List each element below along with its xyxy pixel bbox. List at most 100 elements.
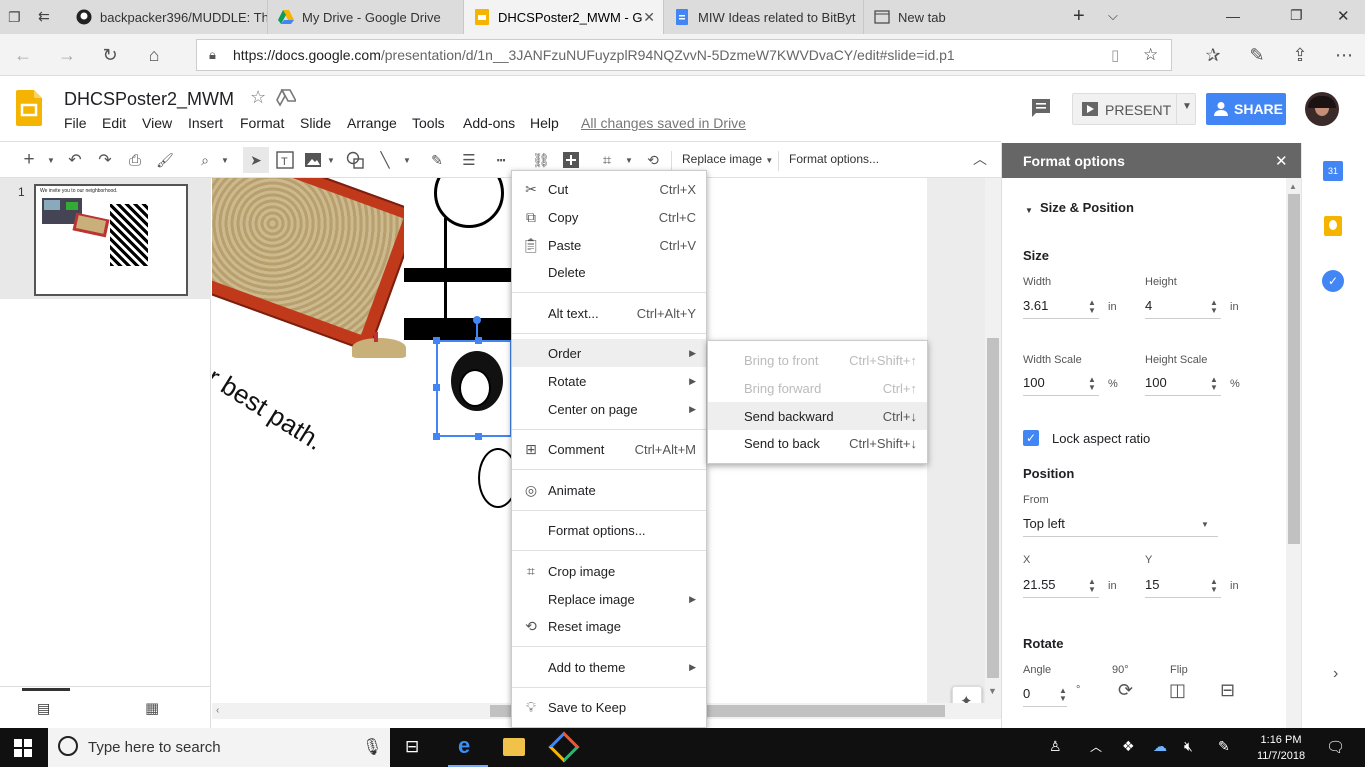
slide-thumb-row[interactable]: 1 We invite you to our neighborhood. xyxy=(0,178,211,299)
tasks-icon[interactable]: ✓ xyxy=(1322,270,1344,292)
notifications-icon[interactable]: 🗨︎ xyxy=(1326,738,1345,756)
volume-muted-icon[interactable]: 🔇︎ xyxy=(1184,738,1193,755)
new-slide-dropdown-icon[interactable]: ▼ xyxy=(40,150,62,170)
chevron-down-icon[interactable]: ⌵ xyxy=(1108,8,1118,24)
menu-item-send-backward[interactable]: Send backward Ctrl+↓ xyxy=(708,402,927,430)
browser-tab-newtab[interactable]: New tab xyxy=(864,0,1064,34)
flip-horizontal-icon[interactable]: ◫ xyxy=(1169,680,1186,701)
favorites-icon[interactable]: ✰ xyxy=(1200,42,1226,68)
menu-item-delete[interactable]: Delete xyxy=(512,258,706,286)
reading-view-icon[interactable]: ▯ xyxy=(1111,46,1119,64)
border-weight-icon[interactable]: ☰ xyxy=(458,150,480,170)
menu-item-format-options[interactable]: Format options... xyxy=(512,516,706,544)
keep-icon[interactable] xyxy=(1324,216,1342,236)
slide-thumbnail[interactable]: We invite you to our neighborhood. xyxy=(34,184,188,296)
x-stepper[interactable]: ▲ ▼ xyxy=(1088,578,1096,594)
resize-handle[interactable] xyxy=(433,384,440,391)
lock-aspect-label[interactable]: Lock aspect ratio xyxy=(1052,431,1150,446)
menu-file[interactable]: File xyxy=(64,115,87,131)
coloring-image-top[interactable] xyxy=(404,178,512,343)
tab-manager-icon[interactable]: ❐ xyxy=(8,9,24,25)
document-title[interactable]: DHCSPoster2_MWM xyxy=(64,89,234,110)
star-icon[interactable]: ☆ xyxy=(250,87,266,108)
border-color-icon[interactable]: ✎ xyxy=(426,150,448,170)
menu-item-paste[interactable]: 📋︎ Paste Ctrl+V xyxy=(512,231,706,259)
browser-tab-github[interactable]: backpacker396/MUDDLE: Th xyxy=(66,0,268,34)
close-icon[interactable]: ✕ xyxy=(1275,152,1288,170)
microphone-icon[interactable]: 🎙︎ xyxy=(362,737,382,757)
flip-vertical-icon[interactable]: ⊟ xyxy=(1220,680,1235,701)
menu-format[interactable]: Format xyxy=(240,115,284,131)
menu-item-reset-image[interactable]: ⟲ Reset image xyxy=(512,612,706,640)
calendar-icon[interactable]: 31 xyxy=(1323,161,1343,181)
resize-handle[interactable] xyxy=(433,337,440,344)
selection-box[interactable] xyxy=(436,340,512,437)
new-slide-icon[interactable]: + xyxy=(18,149,40,170)
redo-icon[interactable]: ↷ xyxy=(94,150,116,170)
grid-view-icon[interactable]: ▦ xyxy=(145,699,159,717)
menu-item-crop-image[interactable]: ⌗ Crop image xyxy=(512,557,706,585)
panel-scrollbar[interactable]: ▲ xyxy=(1286,178,1302,728)
menu-arrange[interactable]: Arrange xyxy=(347,115,397,131)
taskbar-search-input[interactable]: Type here to search 🎙︎ xyxy=(48,728,390,767)
zoom-dropdown-icon[interactable]: ▼ xyxy=(214,150,236,170)
border-dash-icon[interactable]: ┅ xyxy=(490,150,512,170)
sand-pile-image[interactable] xyxy=(352,338,406,358)
menu-help[interactable]: Help xyxy=(530,115,559,131)
mask-dropdown-icon[interactable]: ▼ xyxy=(618,150,640,170)
pen-icon[interactable]: ✎ xyxy=(1244,42,1270,68)
move-to-folder-icon[interactable] xyxy=(276,88,298,112)
more-icon[interactable]: ⋯ xyxy=(1331,42,1357,68)
line-icon[interactable]: ╲ xyxy=(374,150,396,170)
new-tab-icon[interactable]: + xyxy=(1073,5,1085,28)
reset-image-icon[interactable]: ⟲ xyxy=(642,150,664,170)
menu-item-cut[interactable]: ✂ Cut Ctrl+X xyxy=(512,175,706,203)
browser-tab-drive[interactable]: My Drive - Google Drive xyxy=(268,0,464,34)
save-status[interactable]: All changes saved in Drive xyxy=(581,115,746,131)
menu-item-animate[interactable]: ◎ Animate xyxy=(512,476,706,504)
windows-start-icon[interactable] xyxy=(14,739,32,762)
favorite-star-icon[interactable]: ☆ xyxy=(1143,45,1158,65)
share-icon[interactable]: ⇪ xyxy=(1287,42,1313,68)
forward-icon[interactable]: → xyxy=(54,42,80,68)
task-view-icon[interactable]: ⊟ xyxy=(405,737,419,757)
close-tab-icon[interactable]: ✕ xyxy=(643,9,655,26)
resize-handle[interactable] xyxy=(475,433,482,440)
slides-logo-icon[interactable] xyxy=(16,90,42,131)
dropbox-icon[interactable]: ❖ xyxy=(1122,738,1135,755)
lock-aspect-checkbox[interactable]: ✓ xyxy=(1023,430,1039,446)
width-stepper[interactable]: ▲ ▼ xyxy=(1088,299,1096,315)
height-stepper[interactable]: ▲ ▼ xyxy=(1210,299,1218,315)
url-field[interactable]: 🔒︎ https://docs.google.com/presentation/… xyxy=(196,39,1172,71)
zoom-icon[interactable]: ⌕ xyxy=(194,150,216,170)
shape-icon[interactable] xyxy=(344,150,366,170)
menu-item-send-to-back[interactable]: Send to back Ctrl+Shift+↓ xyxy=(708,429,927,457)
from-select[interactable]: Top left ▼ xyxy=(1023,513,1218,537)
onedrive-icon[interactable]: ☁ xyxy=(1153,738,1167,755)
home-icon[interactable]: ⌂ xyxy=(141,42,167,68)
select-tool-icon[interactable]: ➤ xyxy=(243,147,269,173)
present-dropdown-icon[interactable]: ▼ xyxy=(1182,101,1192,112)
link-icon[interactable]: ⛓︎ xyxy=(530,150,552,170)
resize-handle[interactable] xyxy=(475,337,482,344)
expand-panel-icon[interactable]: › xyxy=(1333,665,1338,683)
paint-format-icon[interactable]: 🖌︎ xyxy=(154,150,176,170)
show-hidden-icons-icon[interactable]: ︿ xyxy=(1090,738,1102,755)
image-dropdown-icon[interactable]: ▼ xyxy=(320,150,342,170)
text-box-icon[interactable]: T xyxy=(274,150,296,170)
menu-tools[interactable]: Tools xyxy=(412,115,445,131)
replace-image-dropdown[interactable]: Replace image ▼ xyxy=(682,152,773,166)
taskbar-clock[interactable]: 1:16 PM 11/7/2018 xyxy=(1252,732,1310,764)
app-icon[interactable] xyxy=(548,731,580,763)
y-stepper[interactable]: ▲ ▼ xyxy=(1210,578,1218,594)
menu-item-replace-image[interactable]: Replace image ▶ xyxy=(512,585,706,613)
people-icon[interactable]: ♙ xyxy=(1049,738,1062,755)
present-button[interactable]: PRESENT ▼ xyxy=(1072,93,1196,125)
minimize-icon[interactable]: — xyxy=(1226,8,1240,24)
menu-view[interactable]: View xyxy=(142,115,172,131)
back-icon[interactable]: ← xyxy=(10,42,36,68)
menu-addons[interactable]: Add-ons xyxy=(463,115,515,131)
rotate-90-icon[interactable]: ⟳ xyxy=(1118,680,1133,701)
menu-item-rotate[interactable]: Rotate ▶ xyxy=(512,367,706,395)
explore-button[interactable]: ✦ xyxy=(952,686,982,703)
